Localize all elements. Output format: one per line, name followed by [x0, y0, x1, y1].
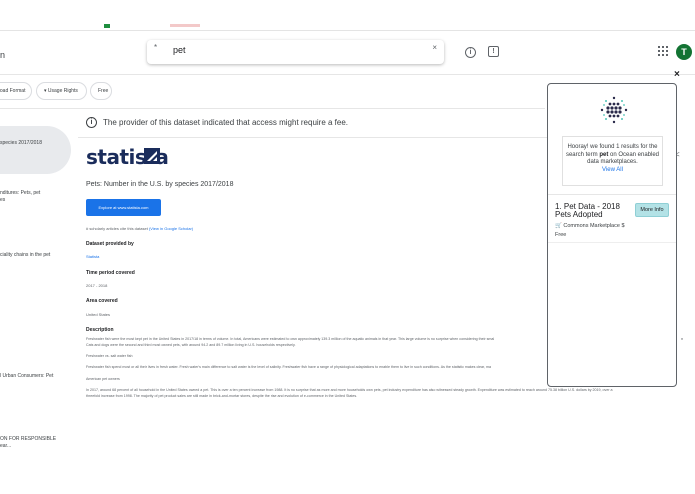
result-list-item-label: species 2017/2018 [0, 140, 42, 146]
statista-logo: statista [86, 145, 169, 169]
description-label: Description [86, 327, 114, 333]
divider [548, 242, 676, 243]
result-list-item-label: es [0, 197, 6, 203]
result-list-item[interactable]: species 2017/2018 [0, 140, 42, 147]
result-title[interactable]: 1. Pet Data - 2018 Pets Adopted [555, 203, 635, 219]
app-title: n [0, 50, 6, 60]
area-value: United States [86, 312, 111, 317]
search-term: pet [599, 151, 609, 158]
tab-indicator-red [170, 24, 200, 27]
description-line: In 2017, around 68 percent of all househ… [86, 388, 613, 392]
scholar-link[interactable]: (View in Google Scholar) [149, 226, 193, 231]
marketplace-label: 🛒 Commons Marketplace $ [555, 223, 625, 229]
provided-by-label: Dataset provided by [86, 241, 134, 247]
result-list-item-label: ciality chains in the pet [0, 252, 51, 258]
sidebar-selected-highlight [0, 126, 71, 174]
description-line: American pet owners [86, 377, 120, 381]
divider [0, 108, 545, 109]
result-list-item[interactable]: l Urban Consumers: Pet [0, 373, 53, 380]
area-label: Area covered [86, 298, 118, 304]
info-icon: i [86, 117, 97, 128]
provider-link[interactable]: Statista [86, 254, 99, 259]
scholar-citation: # scholarly articles cite this dataset (… [86, 226, 193, 231]
divider [548, 194, 676, 195]
apps-grid-icon[interactable] [658, 46, 668, 56]
time-period-label: Time period covered [86, 270, 135, 276]
ocean-protocol-logo [600, 96, 628, 124]
search-box[interactable]: * × [147, 40, 444, 64]
result-list-item[interactable]: nditures: Pets, pet es [0, 190, 40, 204]
feedback-icon[interactable]: ! [488, 46, 499, 57]
dataset-title: Pets: Number in the U.S. by species 2017… [86, 181, 234, 188]
app-header: n * × i ! T [0, 31, 695, 75]
result-list-item-label: ear... [0, 443, 12, 449]
info-icon[interactable]: i [465, 47, 476, 58]
view-all-link[interactable]: View All [563, 167, 662, 175]
free-filter[interactable]: Free [90, 82, 112, 100]
search-input[interactable] [173, 45, 413, 55]
price-label: Free [555, 232, 567, 238]
description-line: threefold increase from 1998. The majori… [86, 394, 358, 398]
ocean-market-panel: Hooray! we found 1 results for the searc… [547, 83, 677, 387]
tab-indicator [104, 24, 110, 28]
result-list-item-label: l Urban Consumers: Pet [0, 373, 54, 379]
result-list-item[interactable]: ciality chains in the pet [0, 252, 50, 259]
close-icon[interactable]: × [432, 43, 437, 52]
more-info-button[interactable]: More Info [635, 203, 669, 217]
statista-logo-icon [144, 148, 160, 164]
fee-notice-text: The provider of this dataset indicated t… [103, 118, 349, 127]
close-panel-icon[interactable]: × [674, 69, 680, 80]
result-list-item-label: ON FOR RESPONSIBLE [0, 436, 57, 442]
search-icon[interactable]: * [154, 43, 157, 52]
description-overflow: n [681, 336, 684, 341]
description-line: Freshwater vs. salt water fish [86, 354, 133, 358]
description-line: Freshwater fish were the most kept pet i… [86, 337, 495, 341]
results-summary: Hooray! we found 1 results for the searc… [562, 136, 663, 186]
description-line: Cats and dogs were the second and third … [86, 343, 296, 347]
result-list-item-label: nditures: Pets, pet [0, 190, 41, 196]
scholar-text: # scholarly articles cite this dataset [86, 226, 148, 231]
divider [78, 137, 548, 138]
description-line: Freshwater fish spend most or all their … [86, 365, 492, 369]
result-list-item[interactable]: ON FOR RESPONSIBLE ear... [0, 436, 56, 450]
usage-rights-filter[interactable]: ▾ Usage Rights [36, 82, 87, 100]
explore-button[interactable]: Explore at www.statista.com [86, 199, 161, 216]
download-format-filter[interactable]: nload Format [0, 82, 32, 100]
time-period-value: 2017 - 2018 [86, 283, 108, 288]
avatar[interactable]: T [676, 44, 692, 60]
